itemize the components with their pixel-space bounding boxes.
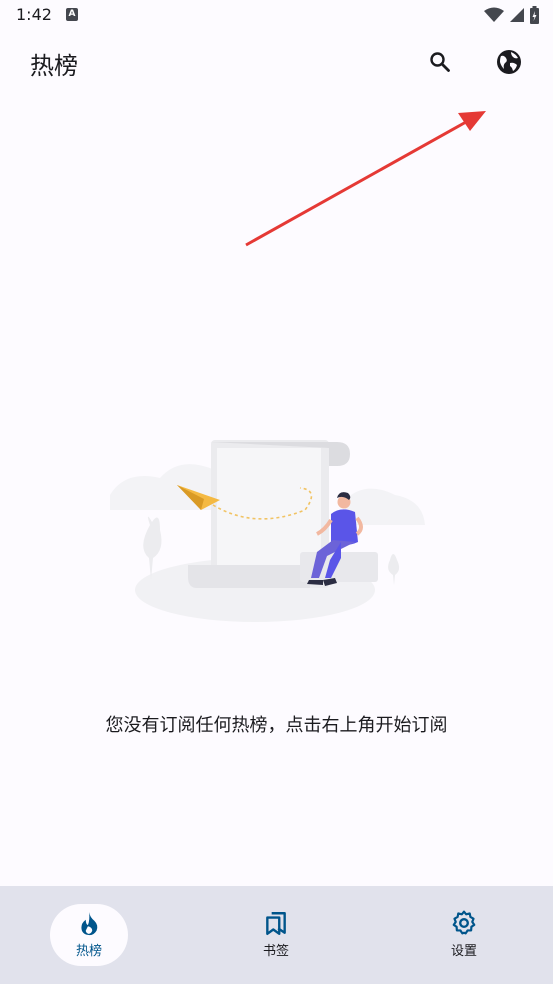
nav-item-hot[interactable]: 热榜 [29,904,149,968]
empty-state-message: 您没有订阅任何热榜，点击右上角开始订阅 [105,715,448,736]
search-icon [430,52,450,72]
status-icons [484,6,539,24]
status-bar: 1:42 A [0,0,553,32]
bottom-navigation: 热榜 书签 设置 [0,886,553,984]
nav-label-bookmarks: 书签 [262,944,289,959]
gear-icon [452,910,476,935]
battery-icon [530,6,539,24]
top-app-bar: 热榜 [0,32,553,92]
page-title: 热榜 [30,52,78,80]
nav-item-settings[interactable]: 设置 [404,904,524,968]
flame-icon [81,912,98,936]
signal-icon [510,8,524,22]
nav-label-hot: 热榜 [75,944,102,959]
nav-item-bookmarks[interactable]: 书签 [216,904,336,968]
bookmarks-icon [266,912,286,936]
search-button[interactable] [418,40,462,84]
nav-label-settings: 设置 [450,944,477,959]
globe-button[interactable] [487,40,531,84]
notification-a-icon: A [66,8,78,21]
empty-state-illustration [110,440,425,622]
wifi-icon [484,7,504,22]
globe-icon [497,50,521,74]
status-time: 1:42 [16,5,52,24]
